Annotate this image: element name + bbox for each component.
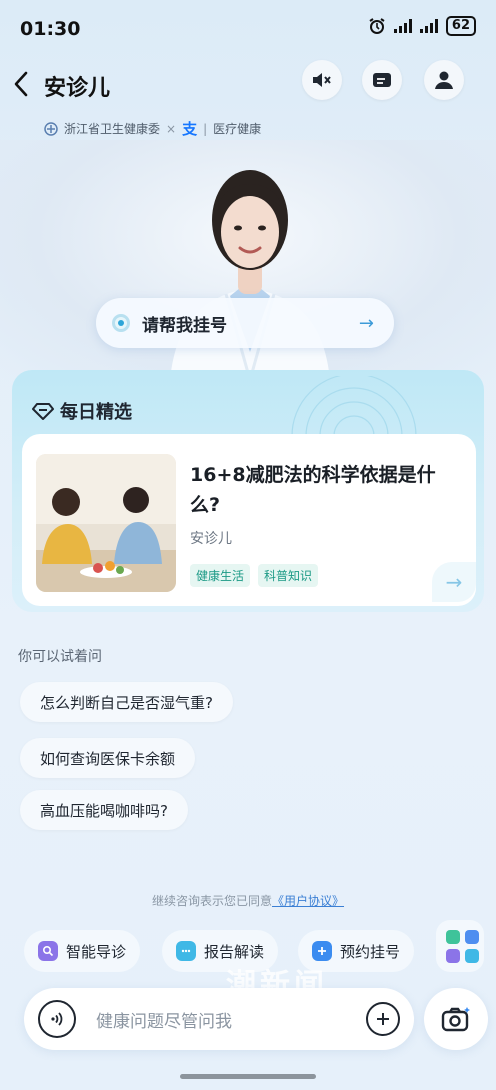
article-open-button[interactable]: → (432, 562, 476, 602)
add-button[interactable] (366, 1002, 400, 1036)
more-apps-button[interactable] (436, 920, 484, 972)
voice-input-button[interactable] (38, 1000, 76, 1038)
diamond-icon (32, 403, 54, 420)
health-commission-logo-icon (44, 121, 58, 136)
mute-button[interactable] (302, 60, 342, 100)
arrow-right-icon: → (445, 570, 463, 594)
status-icons: 62 (368, 16, 476, 36)
user-agreement-link[interactable]: 《用户协议》 (272, 894, 344, 908)
battery-indicator: 62 (445, 16, 476, 36)
app-tile-icon (446, 930, 460, 944)
speaker-muted-icon (313, 73, 331, 87)
article-author: 安诊儿 (190, 531, 232, 547)
quick-action-label: 预约挂号 (340, 942, 401, 961)
suggestion-chip[interactable]: 怎么判断自己是否湿气重? (20, 682, 233, 722)
camera-icon (441, 1007, 470, 1032)
article-tag: 科普知识 (258, 564, 319, 587)
suggestions-label: 你可以试着问 (18, 649, 102, 665)
alipay-logo-icon: 支 (182, 120, 198, 138)
voice-wave-icon (51, 1012, 63, 1026)
quick-action-guide[interactable]: 智能导诊 (24, 930, 141, 972)
signal-icon (393, 19, 412, 33)
ask-dot-icon (112, 314, 130, 332)
partner-line: 浙江省卫生健康委 × 支 | 医疗健康 (44, 118, 261, 139)
guide-icon (38, 941, 58, 961)
daily-picks-header: 每日精选 (32, 398, 132, 424)
plus-icon (377, 1013, 389, 1025)
daily-picks-title: 每日精选 (60, 402, 132, 423)
records-button[interactable] (362, 60, 402, 100)
partner-name-2: 医疗健康 (213, 122, 262, 136)
chevron-left-icon (14, 71, 28, 97)
agreement-notice: 继续咨询表示您已同意《用户协议》 (0, 892, 496, 909)
folder-icon (373, 73, 391, 87)
suggestion-chip[interactable]: 高血压能喝咖啡吗? (20, 790, 188, 830)
wave-decoration (291, 376, 417, 440)
status-time: 01:30 (20, 18, 81, 40)
alarm-icon (369, 18, 385, 34)
quick-action-label: 智能导诊 (66, 942, 127, 961)
chat-input-bar[interactable]: 健康问题尽管问我 (24, 988, 414, 1050)
ask-register-button[interactable]: 请帮我挂号 → (96, 298, 394, 348)
ask-label: 请帮我挂号 (142, 315, 227, 336)
report-icon (176, 941, 196, 961)
partner-separator: × (166, 121, 177, 136)
back-button[interactable] (8, 66, 34, 102)
chat-input[interactable]: 健康问题尽管问我 (96, 1007, 366, 1032)
home-indicator (180, 1074, 316, 1079)
partner-name-1: 浙江省卫生健康委 (64, 122, 161, 136)
page-title: 安诊儿 (44, 76, 111, 101)
app-tile-icon (446, 949, 460, 963)
article-title[interactable]: 16+8减肥法的科学依据是什么? (190, 460, 460, 520)
appointment-icon (312, 941, 332, 961)
user-icon (435, 71, 453, 89)
article-thumbnail (36, 454, 176, 592)
app-tile-icon (465, 930, 479, 944)
app-tile-icon (465, 949, 479, 963)
suggestion-chip[interactable]: 如何查询医保卡余额 (20, 738, 196, 778)
profile-button[interactable] (424, 60, 464, 100)
quick-action-label: 报告解读 (204, 942, 265, 961)
article-tags: 健康生活 科普知识 (190, 564, 319, 587)
signal-icon-2 (419, 19, 438, 33)
agreement-text: 继续咨询表示您已同意 (151, 894, 272, 908)
article-tag: 健康生活 (190, 564, 251, 587)
camera-button[interactable] (424, 988, 488, 1050)
arrow-right-icon: → (358, 312, 374, 334)
